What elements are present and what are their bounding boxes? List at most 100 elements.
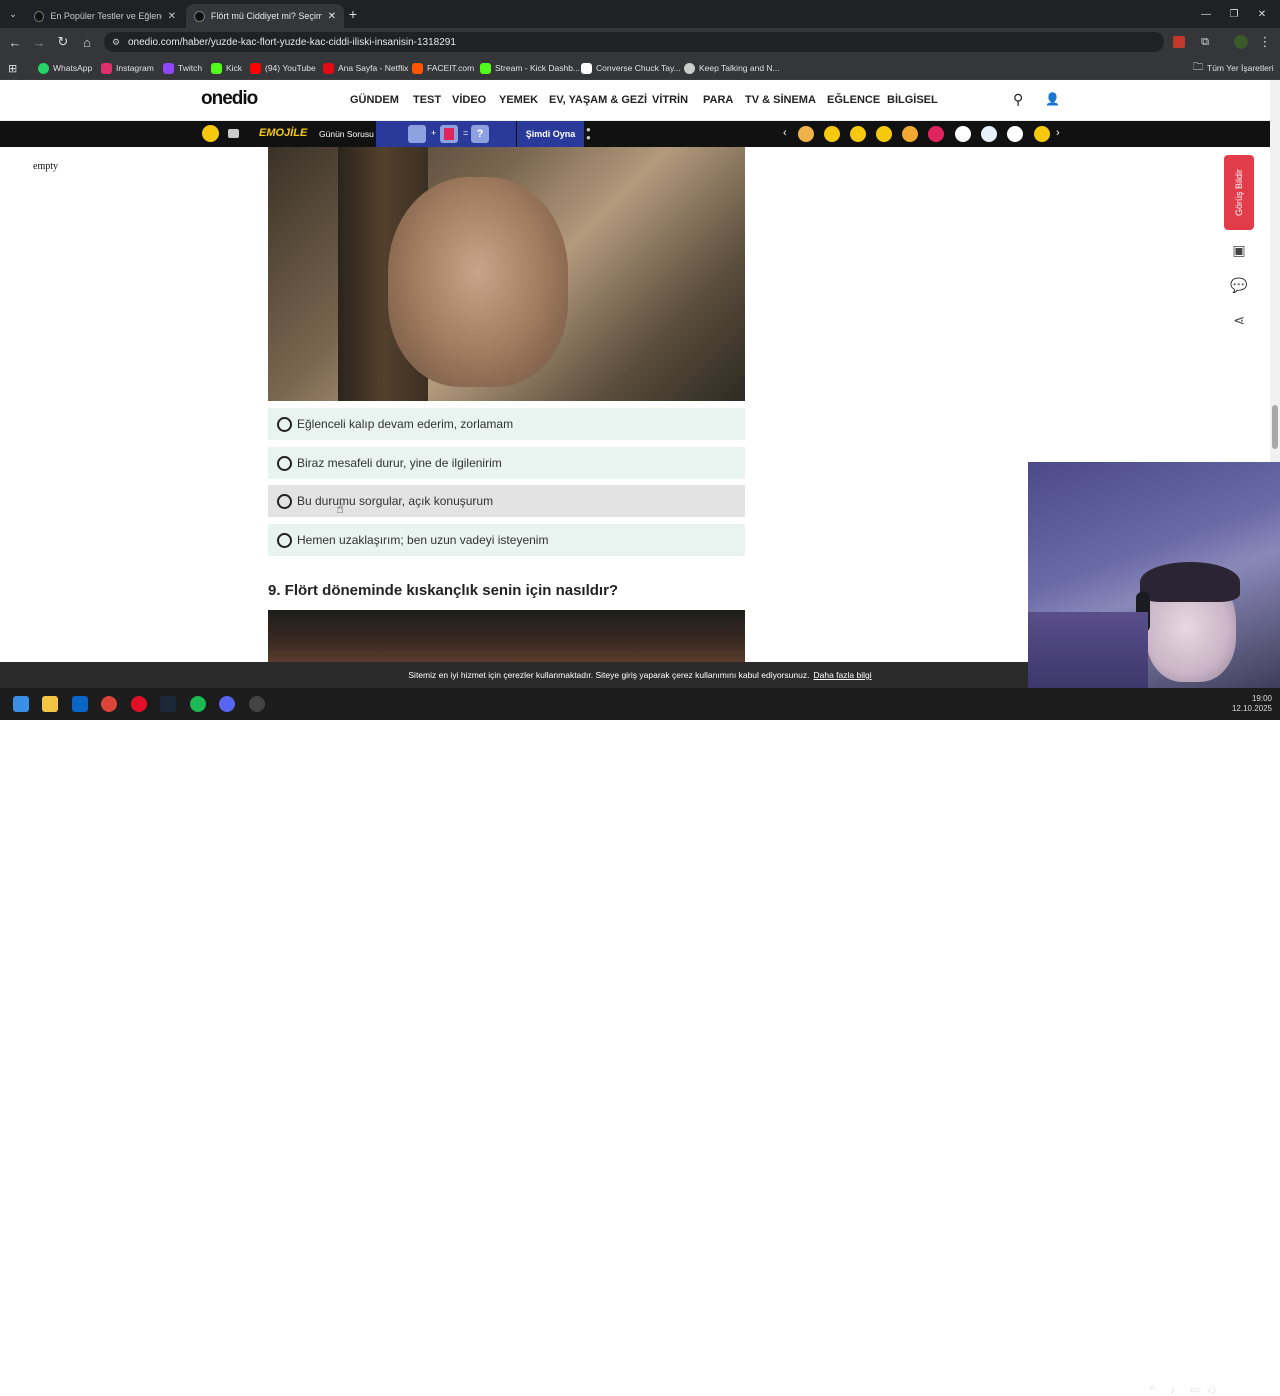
nav-gundem[interactable]: GÜNDEM [350,94,399,106]
tab-search-icon[interactable]: ⌄ [4,5,22,23]
clock-date: 12.10.2025 [1231,704,1272,713]
nav-tv-sinema[interactable]: TV & SİNEMA [745,94,816,106]
emoji-4-icon[interactable] [876,126,892,142]
tab-bar: ⌄ En Popüler Testler ve Eğlenceli ✕ Flör… [0,0,1280,28]
emojile-brand[interactable]: EMOJİLE [259,127,307,139]
share-icon[interactable]: ⋖ [1224,305,1254,335]
tray-chevron-icon[interactable]: ^ [1150,1385,1155,1396]
user-icon[interactable]: 👤 [1045,92,1060,106]
emoji-8-icon[interactable] [981,126,997,142]
nav-ev-yasam-gezi[interactable]: EV, YAŞAM & GEZİ [549,94,647,106]
emoji-prev-arrow-icon[interactable]: ‹ [783,127,787,139]
search-icon[interactable]: ⚲ [1013,91,1023,108]
webcam-overlay [1028,462,1280,696]
nav-para[interactable]: PARA [703,94,733,106]
emoji-2-icon[interactable] [824,126,840,142]
outlook-icon[interactable] [72,696,88,712]
emojile-face-icon[interactable] [202,125,219,142]
answer-option-4[interactable]: Hemen uzaklaşırım; ben uzun vadeyi istey… [268,524,745,556]
comments-icon[interactable]: 💬 [1224,270,1254,300]
emoji-1-icon[interactable] [798,126,814,142]
reload-icon[interactable]: ↻ [54,33,72,51]
bookmark-converse[interactable]: Converse Chuck Tay... [581,61,681,75]
answer-option-1[interactable]: Eğlenceli kalıp devam ederim, zorlamam [268,408,745,440]
add-note-icon[interactable]: ▣ [1224,235,1254,265]
twitch-icon [163,62,174,74]
answer-option-2[interactable]: Biraz mesafeli durur, yine de ilgileniri… [268,447,745,479]
site-info-icon[interactable]: ⚙ [112,37,120,48]
emoji-5-icon[interactable] [902,126,918,142]
back-icon[interactable]: ← [6,33,24,51]
clock-time: 19:00 [1251,694,1272,703]
nav-vitrin[interactable]: VİTRİN [652,94,688,106]
file-explorer-icon[interactable] [42,696,58,712]
puzzle-icon[interactable]: ⧉ [1196,33,1214,51]
emoji-10-icon[interactable] [1034,126,1050,142]
home-icon[interactable]: ⌂ [78,33,96,51]
onedio-favicon-icon [194,10,205,22]
question-box: ? [471,125,489,143]
volume-icon[interactable]: ◁ [1207,1385,1215,1396]
nav-test[interactable]: TEST [413,94,441,106]
address-bar[interactable]: ⚙ onedio.com/haber/yuzde-kac-flort-yuzde… [104,32,1164,52]
new-tab-button[interactable]: + [344,5,362,23]
app-icon[interactable] [249,696,265,712]
emoji-3-icon[interactable] [850,126,866,142]
forward-icon[interactable]: → [30,33,48,51]
network-icon[interactable]: ▭ [1190,1385,1199,1396]
discord-icon[interactable] [219,696,235,712]
opera-icon[interactable] [131,696,147,712]
tab-onedio-home[interactable]: En Popüler Testler ve Eğlenceli ✕ [26,4,184,28]
bookmark-faceit[interactable]: FACEIT.com [412,61,474,75]
extension-icon[interactable] [1170,33,1188,51]
emojile-card-icon[interactable] [228,129,239,138]
nav-bilgisel[interactable]: BİLGİSEL [887,94,938,106]
onedio-logo[interactable]: onedio [201,88,258,110]
steam-icon[interactable] [160,696,176,712]
left-placeholder-text: empty [33,161,58,172]
taskbar-clock[interactable]: 19:00 12.10.2025 [1226,694,1272,714]
bookmark-instagram[interactable]: Instagram [101,61,154,75]
bookmark-youtube[interactable]: (94) YouTube [250,61,316,75]
tab-flort-test[interactable]: Flört mü Ciddiyet mi? Seçimleri ✕ [186,4,344,28]
nav-eglence[interactable]: EĞLENCE [827,94,880,106]
nav-yemek[interactable]: YEMEK [499,94,538,106]
emoji-7-icon[interactable] [955,126,971,142]
bookmark-twitch[interactable]: Twitch [163,61,202,75]
scroll-thumb[interactable] [1272,405,1278,449]
bookmark-keep-talking[interactable]: Keep Talking and N... [684,61,780,75]
close-window-icon[interactable]: ✕ [1246,0,1278,28]
bookmark-kick[interactable]: Kick [211,61,242,75]
radio-icon[interactable] [277,416,292,432]
all-bookmarks[interactable]: 🗀 Tüm Yer İşaretleri [1193,61,1274,75]
apps-grid-icon[interactable]: ⊞ [8,61,17,75]
chrome-icon[interactable] [101,696,117,712]
spotify-icon[interactable] [190,696,206,712]
microphone-icon[interactable]: ♪ [1170,1385,1175,1396]
radio-icon[interactable] [277,493,292,509]
bookmark-whatsapp[interactable]: WhatsApp [38,61,92,75]
whatsapp-icon [38,62,49,74]
windows-start-icon[interactable] [13,696,29,712]
menu-kebab-icon[interactable]: ⋮ [1256,33,1274,51]
radio-icon[interactable] [277,455,292,471]
cookie-more-info-link[interactable]: Daha fazla bilgi [813,670,871,680]
webcam-bed [1028,612,1148,696]
emoji-6-icon[interactable] [928,126,944,142]
radio-icon[interactable] [277,532,292,548]
card-emoji-icon [440,125,458,143]
nav-video[interactable]: VİDEO [452,94,486,106]
emoji-next-arrow-icon[interactable]: › [1056,127,1060,139]
bookmark-kick-dashboard[interactable]: Stream - Kick Dashb... [480,61,580,75]
play-now-button[interactable]: Şimdi Oyna [517,121,584,147]
close-tab-icon[interactable]: ✕ [168,11,176,22]
emoji-puzzle-box[interactable]: + = ? [376,121,516,147]
bookmark-netflix[interactable]: Ana Sayfa - Netflix [323,61,408,75]
house-emoji-icon [408,125,426,143]
youtube-icon [250,62,261,74]
close-tab-icon[interactable]: ✕ [328,11,336,22]
report-button[interactable]: Görüş Bildir [1224,155,1254,230]
emoji-9-icon[interactable] [1007,126,1023,142]
converse-icon [581,62,592,74]
profile-avatar[interactable] [1232,33,1250,51]
